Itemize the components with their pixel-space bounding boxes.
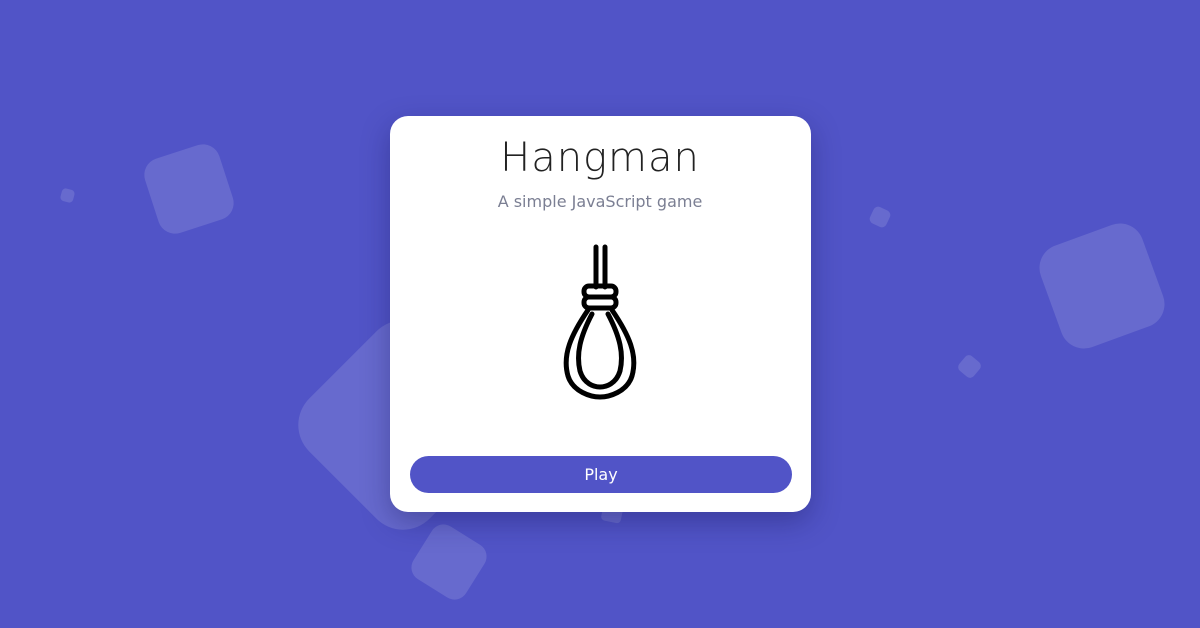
decorative-shape <box>956 353 983 380</box>
game-subtitle: A simple JavaScript game <box>497 192 703 211</box>
play-button[interactable]: Play <box>410 456 792 493</box>
noose-icon <box>563 244 637 400</box>
game-title: Hangman <box>500 135 700 181</box>
decorative-shape <box>1032 216 1172 356</box>
decorative-shape <box>406 519 492 605</box>
